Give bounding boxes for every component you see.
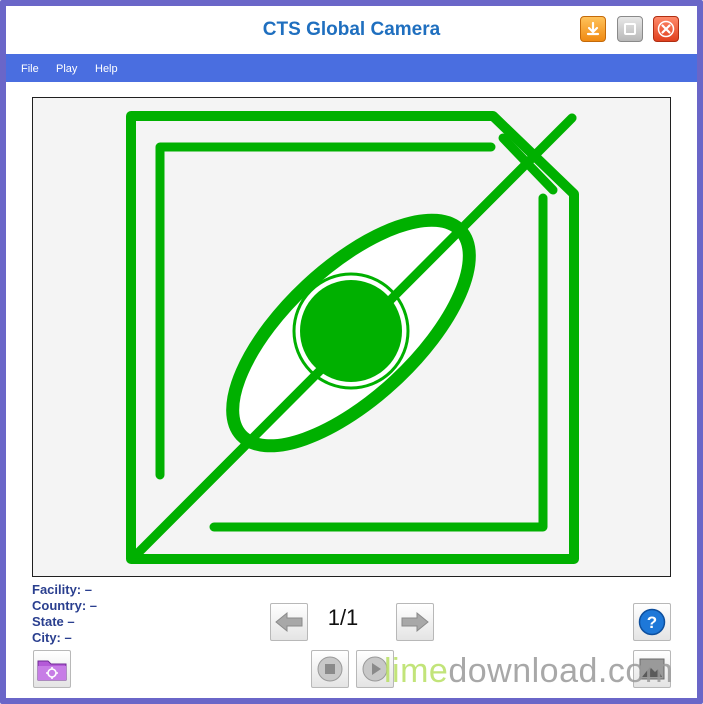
menu-help[interactable]: Help bbox=[95, 63, 118, 75]
country-value: – bbox=[89, 598, 98, 613]
svg-text:?: ? bbox=[647, 613, 657, 632]
prev-button[interactable] bbox=[270, 603, 308, 641]
country-label: Country: bbox=[32, 598, 87, 613]
stop-icon bbox=[317, 656, 343, 682]
close-button[interactable] bbox=[653, 16, 679, 42]
arrow-right-icon bbox=[401, 611, 429, 633]
maximize-icon bbox=[624, 23, 636, 35]
help-button[interactable]: ? bbox=[633, 603, 671, 641]
watermark-part-1: lime bbox=[384, 652, 449, 690]
city-label: City: bbox=[32, 630, 61, 645]
no-camera-eye-icon bbox=[126, 111, 579, 564]
facility-label: Facility: bbox=[32, 582, 82, 597]
maximize-button[interactable] bbox=[617, 16, 643, 42]
watermark-part-2: download.com bbox=[448, 652, 674, 690]
folder-settings-icon bbox=[37, 660, 67, 681]
menu-bar: File Play Help bbox=[6, 54, 697, 82]
arrow-left-icon bbox=[275, 611, 303, 633]
info-facility: Facility: – bbox=[32, 582, 92, 598]
watermark: limedownload.com bbox=[384, 652, 674, 691]
menu-play[interactable]: Play bbox=[56, 63, 77, 75]
state-value: – bbox=[67, 614, 75, 629]
info-country: Country: – bbox=[32, 598, 97, 614]
menu-file[interactable]: File bbox=[21, 63, 39, 75]
info-state: State – bbox=[32, 614, 75, 630]
close-icon bbox=[657, 20, 675, 38]
state-label: State bbox=[32, 614, 64, 629]
download-icon bbox=[586, 21, 600, 36]
facility-value: – bbox=[84, 582, 92, 597]
help-icon: ? bbox=[638, 608, 666, 636]
info-city: City: – bbox=[32, 630, 72, 646]
camera-viewer[interactable] bbox=[32, 97, 671, 577]
settings-folder-button[interactable] bbox=[33, 650, 71, 688]
next-button[interactable] bbox=[396, 603, 434, 641]
page-counter: 1/1 bbox=[327, 605, 359, 630]
title-bar: CTS Global Camera bbox=[6, 6, 697, 54]
download-button[interactable] bbox=[580, 16, 606, 42]
stop-button[interactable] bbox=[311, 650, 349, 688]
city-value: – bbox=[64, 630, 72, 645]
